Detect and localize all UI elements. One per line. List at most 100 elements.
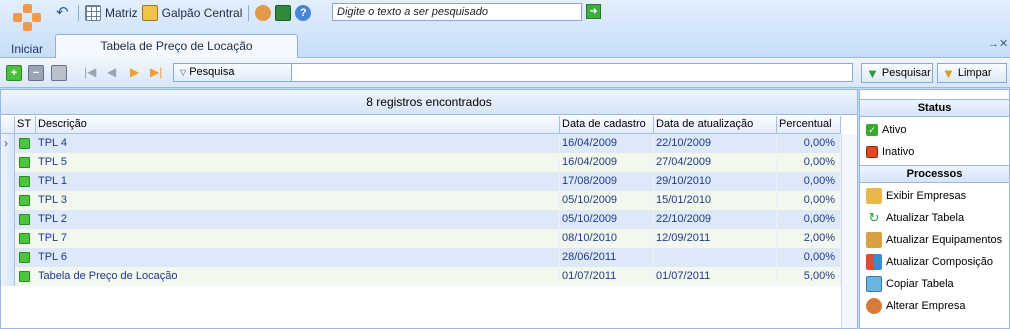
filter-box[interactable]: ▽ Pesquisa [173, 63, 853, 82]
cell-updated [654, 248, 777, 267]
cell-created: 16/04/2009 [560, 134, 654, 153]
row-selector[interactable] [1, 248, 15, 267]
table-row[interactable]: Tabela de Preço de Locação 01/07/2011 01/0… [1, 267, 841, 286]
col-header-st[interactable]: ST [15, 116, 36, 134]
stop-icon [866, 146, 878, 158]
process-label: Atualizar Tabela [886, 212, 965, 224]
arrow-right-icon[interactable]: ➜ [586, 4, 601, 19]
cell-desc: TPL 6 [36, 248, 560, 267]
col-header-data-cadastro[interactable]: Data de cadastro [560, 116, 654, 134]
row-selector[interactable]: › [1, 134, 15, 153]
process-label: Copiar Tabela [886, 278, 954, 290]
row-selector[interactable] [1, 153, 15, 172]
status-item-inativo[interactable]: Inativo [866, 142, 914, 162]
close-tab-icon[interactable]: →✕ [988, 37, 1008, 50]
status-active-icon [19, 195, 30, 206]
galpao-label: Galpão Central [161, 6, 243, 20]
cell-percent: 0,00% [777, 134, 841, 153]
table-row[interactable]: TPL 2 05/10/2009 22/10/2009 0,00% [1, 210, 841, 229]
filter-dropdown[interactable]: ▽ Pesquisa [174, 64, 292, 81]
prev-record-icon[interactable]: ◀ [107, 65, 116, 79]
cell-desc: TPL 3 [36, 191, 560, 210]
copy-icon [866, 276, 882, 292]
cell-percent: 0,00% [777, 191, 841, 210]
cell-desc: TPL 4 [36, 134, 560, 153]
matriz-button[interactable]: Matriz [85, 5, 138, 21]
separator [78, 5, 79, 21]
undo-icon[interactable]: ↶ [56, 5, 72, 21]
process-atualizar-equipamentos[interactable]: Atualizar Equipamentos [866, 230, 1002, 250]
cell-created: 17/08/2009 [560, 172, 654, 191]
cell-desc: TPL 7 [36, 229, 560, 248]
col-header-data-atualizacao[interactable]: Data de atualização [654, 116, 777, 134]
table-row[interactable]: TPL 7 08/10/2010 12/09/2011 2,00% [1, 229, 841, 248]
matriz-label: Matriz [105, 6, 138, 20]
cell-updated: 12/09/2011 [654, 229, 777, 248]
table-row[interactable]: TPL 1 17/08/2009 29/10/2010 0,00% [1, 172, 841, 191]
composition-icon [866, 254, 882, 270]
process-exibir-empresas[interactable]: Exibir Empresas [866, 186, 966, 206]
cell-updated: 22/10/2009 [654, 134, 777, 153]
app-logo-icon [12, 4, 42, 38]
cell-created: 28/06/2011 [560, 248, 654, 267]
cell-percent: 2,00% [777, 229, 841, 248]
process-label: Alterar Empresa [886, 300, 966, 312]
process-title: Processos [860, 165, 1009, 183]
cell-percent: 0,00% [777, 248, 841, 267]
print-icon[interactable] [51, 65, 67, 81]
limpar-button[interactable]: ▼ Limpar [937, 63, 1007, 83]
row-selector[interactable] [1, 210, 15, 229]
cell-created: 05/10/2009 [560, 191, 654, 210]
users-icon[interactable] [255, 5, 272, 21]
row-selector[interactable] [1, 172, 15, 191]
process-alterar-empresa[interactable]: Alterar Empresa [866, 296, 965, 316]
user-edit-icon [866, 298, 882, 314]
status-active-icon [19, 271, 30, 282]
table-row[interactable]: TPL 5 16/04/2009 27/04/2009 0,00% [1, 153, 841, 172]
process-copiar-tabela[interactable]: Copiar Tabela [866, 274, 954, 294]
first-record-icon[interactable]: |◀ [84, 65, 96, 79]
cell-desc: Tabela de Preço de Locação [36, 267, 560, 286]
col-header-percentual[interactable]: Percentual [777, 116, 841, 134]
row-selector[interactable] [1, 191, 15, 210]
search-input[interactable]: Digite o texto a ser pesquisado [332, 3, 582, 21]
row-selector[interactable] [1, 229, 15, 248]
table-row[interactable]: TPL 6 28/06/2011 0,00% [1, 248, 841, 267]
status-item-ativo[interactable]: ✓ Ativo [866, 120, 906, 140]
limpar-label: Limpar [957, 67, 992, 79]
help-icon[interactable]: ? [295, 5, 312, 21]
pesquisar-label: Pesquisar [881, 67, 931, 79]
side-panel: Status ✓ Ativo Inativo Processos Exibir … [859, 89, 1010, 329]
process-atualizar-composicao[interactable]: Atualizar Composição [866, 252, 993, 272]
cell-percent: 0,00% [777, 210, 841, 229]
clear-filter-icon: ▼ [942, 65, 955, 81]
cell-created: 16/04/2009 [560, 153, 654, 172]
last-record-icon[interactable]: ▶| [150, 65, 162, 79]
row-selector[interactable] [1, 267, 15, 286]
grid-icon [85, 5, 101, 21]
status-active-icon [19, 176, 30, 187]
eye-icon[interactable] [275, 5, 292, 21]
quick-access-toolbar: ↶ Matriz Galpão Central ? [56, 3, 312, 23]
status-title: Status [860, 99, 1009, 117]
remove-icon[interactable]: − [28, 65, 44, 81]
cell-created: 01/07/2011 [560, 267, 654, 286]
pesquisar-button[interactable]: ▼ Pesquisar [861, 63, 933, 83]
table-row[interactable]: › TPL 4 16/04/2009 22/10/2009 0,00% [1, 134, 841, 153]
table-row[interactable]: TPL 3 05/10/2009 15/01/2010 0,00% [1, 191, 841, 210]
vertical-scrollbar[interactable] [841, 134, 857, 328]
building-icon [866, 188, 882, 204]
process-label: Atualizar Composição [886, 256, 993, 268]
galpao-button[interactable]: Galpão Central [141, 5, 243, 21]
status-active-icon [19, 233, 30, 244]
col-header-descricao[interactable]: Descrição [36, 116, 560, 134]
start-button[interactable]: Iniciar [2, 2, 52, 58]
add-icon[interactable]: + [6, 65, 22, 81]
cell-updated: 29/10/2010 [654, 172, 777, 191]
cell-desc: TPL 5 [36, 153, 560, 172]
tab-tabela-preco[interactable]: Tabela de Preço de Locação [55, 34, 298, 58]
next-record-icon[interactable]: ▶ [130, 65, 139, 79]
process-atualizar-tabela[interactable]: ↻ Atualizar Tabela [866, 208, 965, 228]
cell-desc: TPL 2 [36, 210, 560, 229]
records-grid: 8 registros encontrados ST Descrição Dat… [0, 89, 858, 329]
